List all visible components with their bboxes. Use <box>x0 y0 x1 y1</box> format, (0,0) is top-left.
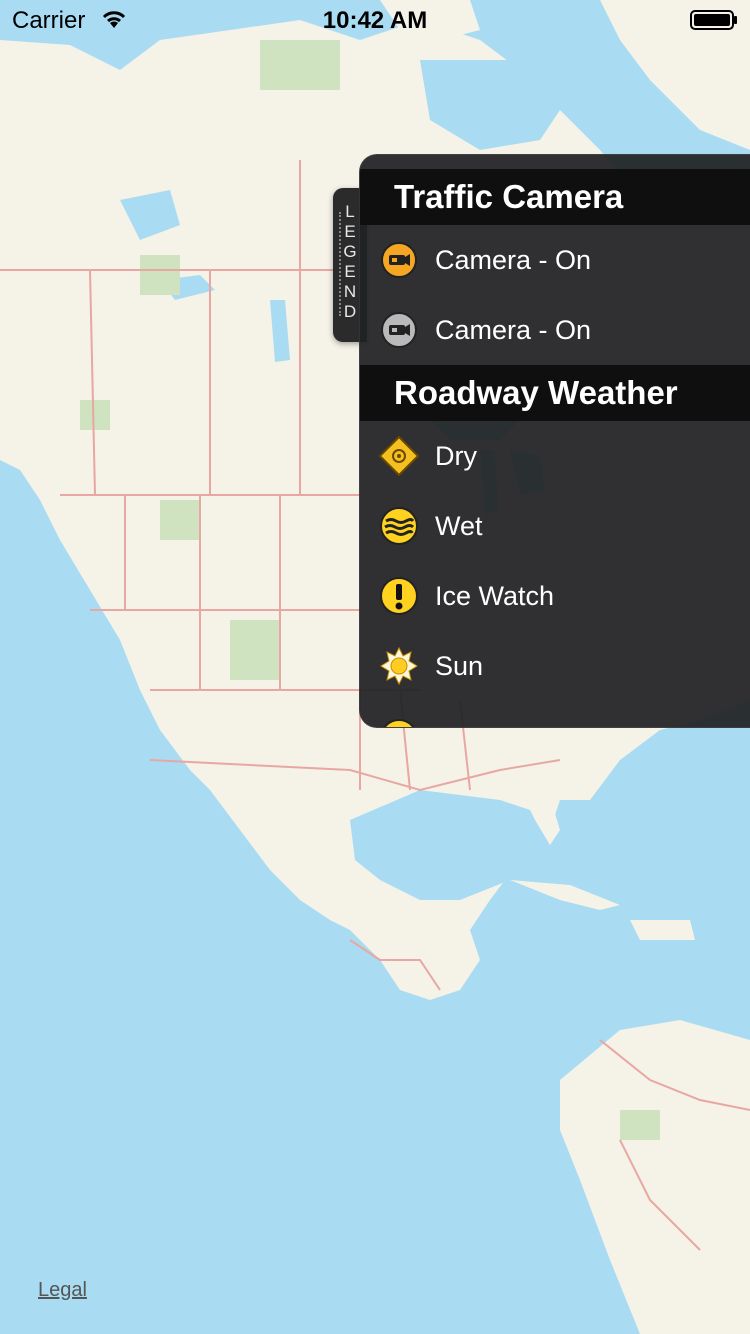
legal-link[interactable]: Legal <box>38 1279 87 1302</box>
section-header-roadway-weather: Roadway Weather <box>360 365 750 421</box>
battery-icon <box>690 10 737 30</box>
partial-icon <box>379 716 419 727</box>
camera-orange-icon <box>379 240 419 280</box>
clock: 10:42 AM <box>322 7 428 34</box>
legend-item-partial <box>360 701 750 727</box>
ice-watch-icon <box>379 576 419 616</box>
legend-item: Camera - On <box>360 295 750 365</box>
legend-item: Dry <box>360 421 750 491</box>
legend-item-label: Dry <box>435 440 477 471</box>
legend-item: Ice Watch <box>360 561 750 631</box>
hispaniola <box>630 920 695 940</box>
camera-gray-icon <box>379 310 419 350</box>
legend-item-label: Camera - On <box>435 314 592 345</box>
wet-icon <box>379 506 419 546</box>
legend-item-label: Camera - On <box>435 244 592 275</box>
sun-icon <box>379 646 419 686</box>
legend-item: Camera - On <box>360 225 750 295</box>
legend-item: Sun <box>360 631 750 701</box>
legend-item-label: Wet <box>435 510 483 541</box>
legend-item-label: Sun <box>435 650 484 681</box>
dry-diamond-icon <box>379 436 419 476</box>
section-header-traffic-camera: Traffic Camera <box>360 169 750 225</box>
legend-panel[interactable]: Traffic Camera Camera - On Camera - On R… <box>359 154 750 728</box>
legend-item-label: Ice Watch <box>435 580 555 611</box>
legend-item: Wet <box>360 491 750 561</box>
status-bar: Carrier 10:42 AM <box>0 0 750 40</box>
